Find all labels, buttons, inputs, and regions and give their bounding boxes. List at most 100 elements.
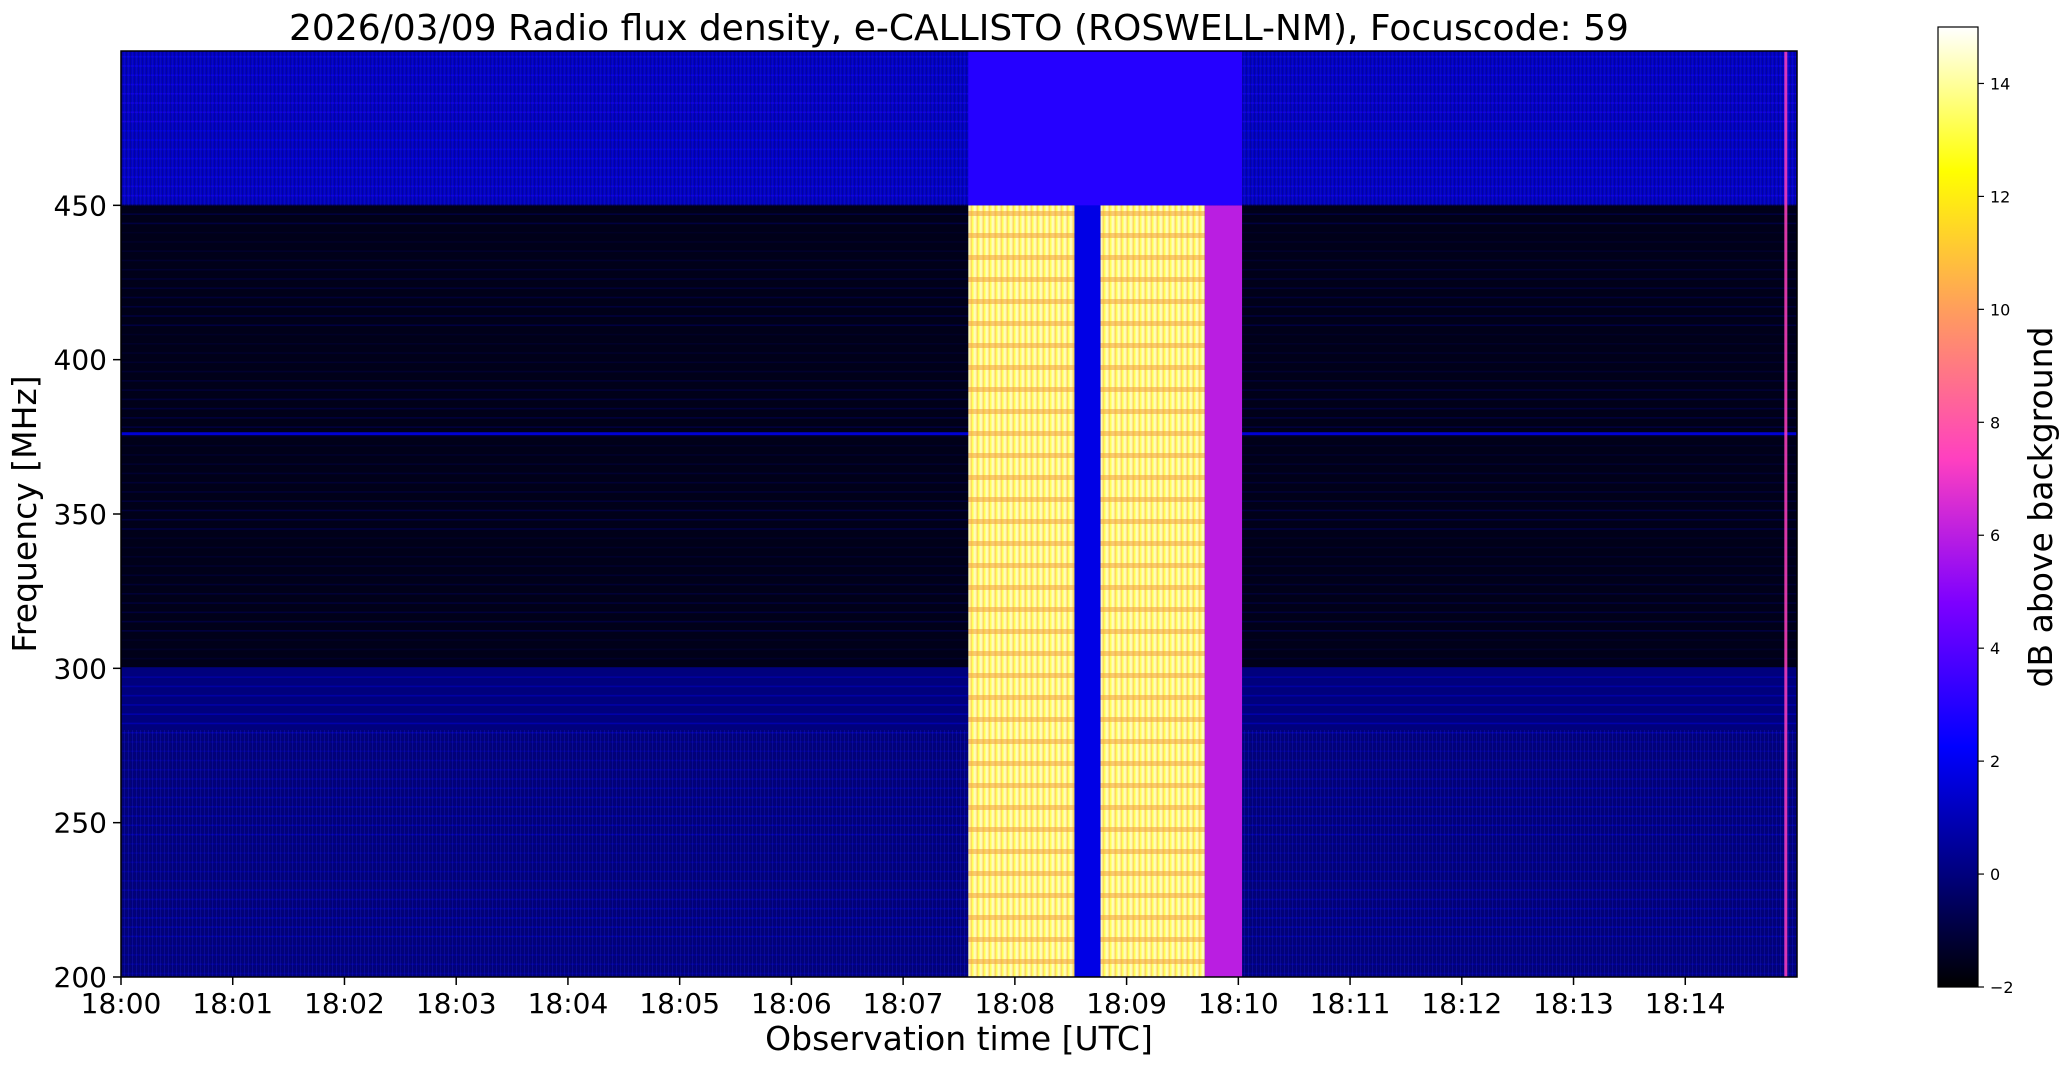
colorbar-label: dB above background xyxy=(2021,327,2060,688)
heatmap-texture xyxy=(121,713,1797,715)
x-tick-label: 18:14 xyxy=(1645,987,1726,1020)
heatmap-texture xyxy=(121,602,1797,604)
x-tick-label: 18:07 xyxy=(863,987,944,1020)
x-axis: 18:00 18:01 18:02 18:03 18:04 18:05 18:06 18:07… xyxy=(81,977,1726,1020)
y-tick-label: 200 xyxy=(54,961,107,994)
y-axis-label: Frequency [MHz] xyxy=(5,375,44,652)
heatmap-layer xyxy=(121,51,1797,977)
rfi-line xyxy=(121,432,1797,436)
heatmap-texture xyxy=(121,231,1797,234)
heatmap-texture xyxy=(121,481,1797,484)
heatmap-texture xyxy=(121,305,1797,308)
x-tick-label: 18:03 xyxy=(416,987,497,1020)
y-axis: 200 250 300 350 400 450 xyxy=(54,189,121,994)
colorbar-gradient xyxy=(1937,26,1979,988)
heatmap-texture xyxy=(121,287,1797,290)
heatmap-texture xyxy=(121,389,1797,391)
x-tick-label: 18:13 xyxy=(1533,987,1614,1020)
heatmap-texture xyxy=(121,213,1797,215)
heatmap-texture xyxy=(121,444,1797,447)
chart-title: 2026/03/09 Radio flux density, e-CALLIST… xyxy=(289,8,1629,49)
x-tick-label: 18:02 xyxy=(304,987,385,1020)
colorbar-tick-label: 4 xyxy=(1990,639,2000,658)
x-tick-label: 18:12 xyxy=(1421,987,1502,1020)
heatmap-texture xyxy=(121,380,1797,382)
heatmap-texture xyxy=(121,546,1797,549)
heatmap-texture xyxy=(121,620,1797,623)
x-tick-label: 18:10 xyxy=(1198,987,1279,1020)
heatmap-texture xyxy=(121,426,1797,428)
x-axis-label: Observation time [UTC] xyxy=(765,1019,1153,1058)
x-tick-label: 18:09 xyxy=(1086,987,1167,1020)
spectrogram-figure: 2026/03/09 Radio flux density, e-CALLIST… xyxy=(5,8,2060,1058)
x-tick-label: 18:06 xyxy=(751,987,832,1020)
x-tick-label: 18:05 xyxy=(639,987,720,1020)
heatmap-texture xyxy=(121,667,1797,669)
x-tick-label: 18:11 xyxy=(1310,987,1391,1020)
colorbar-tick-label: 2 xyxy=(1990,752,2000,771)
burst-column xyxy=(968,51,1243,206)
heatmap-texture xyxy=(121,704,1797,706)
heatmap-texture xyxy=(121,518,1797,521)
heatmap-texture xyxy=(121,241,1797,243)
noise-texture xyxy=(121,730,1797,977)
heatmap-texture xyxy=(121,537,1797,540)
heatmap-texture xyxy=(121,454,1797,456)
heatmap-texture xyxy=(121,259,1797,262)
y-tick-label: 250 xyxy=(54,807,107,840)
heatmap-texture xyxy=(121,278,1797,280)
heatmap-texture xyxy=(121,342,1797,345)
spike-line xyxy=(1784,51,1788,977)
colorbar-tick-label: 14 xyxy=(1990,74,2010,93)
x-tick-label: 18:08 xyxy=(975,987,1056,1020)
heatmap-texture xyxy=(121,463,1797,465)
heatmap-texture xyxy=(121,528,1797,530)
y-tick-label: 350 xyxy=(54,498,107,531)
heatmap-texture xyxy=(121,583,1797,586)
colorbar-tick-label: 6 xyxy=(1990,526,2000,545)
colorbar: −2 0 2 4 6 8 10 12 14 xyxy=(1937,26,2014,997)
heatmap-texture xyxy=(121,250,1797,252)
heatmap-texture xyxy=(121,676,1797,678)
burst-column xyxy=(1204,205,1243,977)
burst-column xyxy=(1100,205,1205,977)
y-tick-label: 400 xyxy=(54,344,107,377)
heatmap-texture xyxy=(121,315,1797,317)
heatmap-texture xyxy=(121,407,1797,410)
heatmap-texture xyxy=(121,722,1797,725)
y-tick-label: 300 xyxy=(54,652,107,685)
heatmap-texture xyxy=(121,500,1797,503)
heatmap-texture xyxy=(121,472,1797,475)
heatmap-texture xyxy=(121,630,1797,632)
heatmap-texture xyxy=(121,657,1797,660)
heatmap-texture xyxy=(121,333,1797,336)
heatmap-texture xyxy=(121,555,1797,558)
heatmap-texture xyxy=(121,324,1797,327)
heatmap-texture xyxy=(121,491,1797,493)
heatmap-texture xyxy=(121,361,1797,364)
colorbar-ticks: −2 0 2 4 6 8 10 12 14 xyxy=(1978,74,2014,997)
colorbar-tick-label: 8 xyxy=(1990,413,2000,432)
heatmap-texture xyxy=(121,685,1797,688)
heatmap-texture xyxy=(121,352,1797,354)
burst-column xyxy=(968,205,1075,977)
heatmap-texture xyxy=(121,370,1797,373)
plot-area xyxy=(121,51,1797,977)
colorbar-tick-label: 0 xyxy=(1990,865,2000,884)
heatmap-texture xyxy=(121,417,1797,419)
colorbar-tick-label: 12 xyxy=(1990,187,2010,206)
heatmap-texture xyxy=(121,639,1797,641)
x-tick-label: 18:04 xyxy=(528,987,609,1020)
heatmap-texture xyxy=(121,268,1797,271)
heatmap-texture xyxy=(121,611,1797,614)
heatmap-texture xyxy=(121,574,1797,577)
heatmap-texture xyxy=(121,398,1797,401)
y-tick-label: 450 xyxy=(54,189,107,222)
colorbar-tick-label: 10 xyxy=(1990,300,2010,319)
heatmap-texture xyxy=(121,565,1797,567)
heatmap-texture xyxy=(121,222,1797,225)
heatmap-texture xyxy=(121,694,1797,697)
colorbar-tick-label: −2 xyxy=(1990,978,2014,997)
heatmap-texture xyxy=(121,593,1797,595)
noise-texture xyxy=(121,51,1797,206)
